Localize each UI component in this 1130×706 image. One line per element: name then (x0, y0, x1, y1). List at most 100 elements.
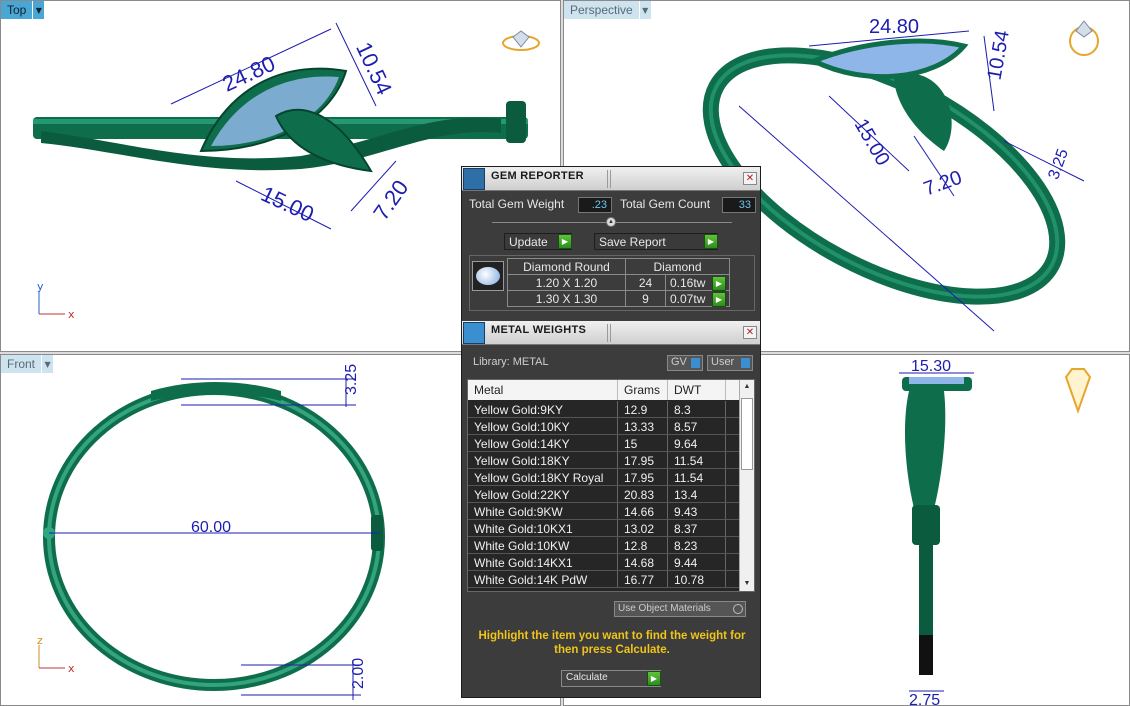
metal-name: White Gold:14KX1 (468, 554, 618, 570)
metal-name: Yellow Gold:18KY Royal (468, 469, 618, 485)
table-row[interactable]: White Gold:9KW 14.66 9.43 (468, 503, 740, 520)
metal-table[interactable]: Metal Grams DWT Yellow Gold:9KY 12.9 8.3 Y… (467, 379, 755, 592)
gem-metal-panel: GEM REPORTER ✕ Total Gem Weight .23 Tota… (461, 166, 761, 698)
viewport-tab-front[interactable]: Front ▼ (1, 355, 54, 373)
use-object-materials-toggle[interactable]: Use Object Materials (614, 601, 746, 617)
save-report-go-icon[interactable]: ▶ (704, 234, 718, 249)
metal-grams: 13.02 (618, 520, 668, 536)
gem-reporter-header: GEM REPORTER ✕ (462, 167, 760, 191)
ring-view-icon[interactable] (1069, 20, 1099, 56)
table-row[interactable]: Yellow Gold:10KY 13.33 8.57 (468, 418, 740, 435)
ring-view-icon[interactable] (502, 30, 540, 51)
dim-label: 24.80 (869, 16, 919, 38)
divider (610, 324, 611, 342)
calculate-button[interactable]: Calculate (561, 670, 661, 687)
table-row[interactable]: Yellow Gold:22KY 20.83 13.4 (468, 486, 740, 503)
metal-dwt: 13.4 (668, 486, 726, 502)
metal-dwt: 8.3 (668, 401, 726, 417)
use-object-materials-label: Use Object Materials (618, 603, 711, 614)
column-header-metal[interactable]: Metal (468, 380, 618, 400)
chevron-down-icon[interactable]: ▼ (638, 1, 651, 19)
close-icon[interactable]: ✕ (743, 326, 757, 339)
dim-label: 3.25 (343, 364, 360, 395)
update-go-icon[interactable]: ▶ (558, 234, 572, 249)
viewport-label[interactable]: Top (1, 1, 33, 19)
calculate-go-icon[interactable]: ▶ (647, 671, 661, 686)
metal-dwt: 11.54 (668, 452, 726, 468)
scroll-thumb[interactable] (741, 398, 753, 470)
viewport-tab-perspective[interactable]: Perspective ▼ (564, 1, 651, 19)
gem-row-go-icon[interactable]: ▶ (712, 292, 726, 307)
save-report-label: Save Report (599, 235, 666, 249)
gem-profile-icon[interactable] (1064, 368, 1092, 415)
metal-name: White Gold:10KX1 (468, 520, 618, 536)
axis-x-label: x (68, 662, 75, 675)
metal-dwt: 9.43 (668, 503, 726, 519)
axis-x-label: x (68, 308, 75, 321)
gem-row (909, 377, 964, 384)
gem-reporter-icon (463, 168, 485, 190)
table-row[interactable]: Yellow Gold:18KY Royal 17.95 11.54 (468, 469, 740, 486)
dim-label: 10.54 (984, 29, 1014, 82)
chevron-down-icon[interactable]: ▼ (32, 1, 45, 19)
metal-grams: 17.95 (618, 469, 668, 485)
metal-dwt: 9.44 (668, 554, 726, 570)
clasp (506, 101, 526, 143)
viewport-tab-top[interactable]: Top ▼ (1, 1, 45, 19)
metal-dwt: 10.78 (668, 571, 726, 587)
metal-weights-header: METAL WEIGHTS ✕ (462, 321, 760, 345)
user-toggle[interactable]: User (707, 355, 753, 371)
metal-grams: 14.66 (618, 503, 668, 519)
scroll-up-icon[interactable]: ▲ (740, 380, 754, 394)
close-icon[interactable]: ✕ (743, 172, 757, 185)
calculate-label: Calculate (566, 672, 608, 683)
viewport-label[interactable]: Perspective (564, 1, 639, 19)
metal-name: White Gold:9KW (468, 503, 618, 519)
column-header-grams[interactable]: Grams (618, 380, 668, 400)
table-row[interactable]: White Gold:10KX1 13.02 8.37 (468, 520, 740, 537)
gv-toggle-knob (691, 358, 700, 368)
total-gem-count-value: 33 (722, 197, 756, 213)
chevron-down-icon[interactable]: ▼ (41, 355, 54, 373)
table-row[interactable]: 1.30 X 1.30 9 0.07tw (507, 290, 730, 307)
table-row[interactable]: 1.20 X 1.20 24 0.16tw (507, 274, 730, 291)
table-row[interactable]: White Gold:14K PdW 16.77 10.78 (468, 571, 740, 588)
table-row[interactable]: White Gold:10KW 12.8 8.23 (468, 537, 740, 554)
viewport-label[interactable]: Front (1, 355, 42, 373)
gem-row-go-icon[interactable]: ▶ (712, 276, 726, 291)
table-row[interactable]: Yellow Gold:9KY 12.9 8.3 (468, 401, 740, 418)
gem-reporter-title: GEM REPORTER (491, 170, 584, 182)
total-gem-weight-label: Total Gem Weight (469, 197, 565, 211)
column-header-dwt[interactable]: DWT (668, 380, 726, 400)
axis-gizmo: z x (37, 634, 75, 675)
metal-name: Yellow Gold:22KY (468, 486, 618, 502)
metal-table-scrollbar[interactable]: ▲ ▼ (739, 380, 754, 591)
table-row[interactable]: Yellow Gold:18KY 17.95 11.54 (468, 452, 740, 469)
user-label: User (711, 356, 735, 368)
collapse-icon[interactable]: ▲ (606, 217, 616, 227)
metal-grams: 14.68 (618, 554, 668, 570)
metal-name: Yellow Gold:9KY (468, 401, 618, 417)
gem-count: 9 (625, 290, 666, 307)
axis-gizmo: y x (37, 280, 75, 321)
gem-leaf (807, 38, 969, 80)
dim-label: 2.00 (350, 658, 367, 689)
calculate-hint: Highlight the item you want to find the … (478, 630, 746, 656)
table-row[interactable]: Yellow Gold:14KY 15 9.64 (468, 435, 740, 452)
divider (607, 170, 608, 188)
metal-name: White Gold:10KW (468, 537, 618, 553)
dim-label: 15.00 (257, 181, 317, 227)
app-window: Top ▼ 24.80 10.54 15.00 7.20 y x Perspec… (0, 0, 1130, 706)
gv-label: GV (671, 356, 687, 368)
gv-toggle[interactable]: GV (667, 355, 703, 371)
save-report-button[interactable]: Save Report (594, 233, 718, 250)
metal-rows: Yellow Gold:9KY 12.9 8.3 Yellow Gold:10KY 1… (468, 401, 740, 588)
metal-dwt: 9.64 (668, 435, 726, 451)
gem-shape-header: Diamond Round (507, 258, 626, 275)
dim-label: 15.00 (850, 115, 894, 169)
table-row[interactable]: White Gold:14KX1 14.68 9.44 (468, 554, 740, 571)
axis-z-label: z (37, 634, 43, 647)
scroll-down-icon[interactable]: ▼ (740, 577, 754, 591)
metal-dwt: 8.37 (668, 520, 726, 536)
update-label: Update (509, 235, 548, 249)
